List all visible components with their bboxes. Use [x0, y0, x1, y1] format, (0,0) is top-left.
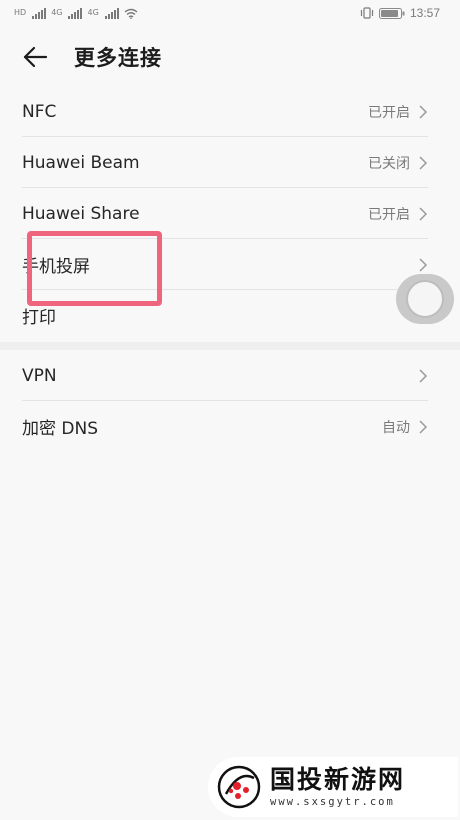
site-logo-icon — [217, 765, 261, 809]
title-bar: 更多连接 — [0, 30, 460, 84]
status-right: 13:57 — [360, 6, 440, 20]
setting-value: 已关闭 — [368, 155, 410, 172]
status-bar: HD 4G 4G 13:57 — [0, 0, 460, 26]
signal-icon — [32, 7, 47, 19]
setting-label: 打印 — [22, 308, 56, 328]
setting-row-vpn[interactable]: VPN — [0, 350, 460, 401]
setting-right: 自动 — [382, 417, 428, 437]
setting-right — [418, 257, 428, 272]
sim3-label: 4G — [87, 8, 99, 17]
chevron-right-icon — [419, 257, 428, 272]
setting-label: Huawei Share — [22, 203, 140, 224]
page-title: 更多连接 — [74, 46, 162, 70]
watermark-name: 国投新游网 — [270, 765, 406, 794]
chevron-right-icon — [419, 155, 428, 170]
setting-label: 手机投屏 — [22, 257, 90, 277]
setting-row-screen-projection[interactable]: 手机投屏 — [0, 239, 460, 290]
setting-row-encrypted-dns[interactable]: 加密 DNS 自动 — [0, 401, 460, 452]
setting-row-huawei-beam[interactable]: Huawei Beam 已关闭 — [0, 137, 460, 188]
connections-list: NFC 已开启 Huawei Beam 已关闭 Huawei Share 已开启… — [0, 86, 460, 341]
setting-row-nfc[interactable]: NFC 已开启 — [0, 86, 460, 137]
setting-value: 已开启 — [368, 206, 410, 223]
setting-label: VPN — [22, 365, 57, 386]
network-list: VPN 加密 DNS 自动 — [0, 350, 460, 452]
setting-right — [418, 368, 428, 383]
setting-label: Huawei Beam — [22, 152, 140, 173]
back-button[interactable] — [20, 42, 50, 72]
arrow-left-icon — [23, 46, 48, 68]
setting-right: 已开启 — [368, 204, 428, 224]
battery-icon — [378, 7, 405, 19]
section-divider — [0, 342, 460, 350]
signal-icon — [104, 7, 119, 19]
vibrate-icon — [360, 7, 374, 19]
sim1-label: HD — [14, 8, 27, 17]
setting-value: 自动 — [382, 419, 410, 436]
floating-ball-inner — [406, 280, 444, 318]
status-left: HD 4G 4G — [14, 7, 138, 19]
watermark: 国投新游网 www.sxsgytr.com — [208, 757, 458, 817]
chevron-right-icon — [419, 419, 428, 434]
wifi-icon — [124, 8, 138, 19]
watermark-text: 国投新游网 www.sxsgytr.com — [270, 765, 405, 809]
setting-label: NFC — [22, 101, 57, 122]
chevron-right-icon — [419, 206, 428, 221]
setting-row-print[interactable]: 打印 — [0, 290, 460, 341]
setting-value: 已开启 — [368, 104, 410, 121]
chevron-right-icon — [419, 104, 428, 119]
status-time: 13:57 — [409, 6, 440, 20]
chevron-right-icon — [419, 368, 428, 383]
sim2-label: 4G — [51, 8, 63, 17]
setting-right: 已开启 — [368, 102, 428, 122]
floating-assist-button[interactable] — [396, 274, 454, 324]
setting-row-huawei-share[interactable]: Huawei Share 已开启 — [0, 188, 460, 239]
signal-icon — [68, 7, 83, 19]
setting-label: 加密 DNS — [22, 419, 99, 439]
watermark-url: www.sxsgytr.com — [270, 796, 395, 808]
setting-right: 已关闭 — [368, 153, 428, 173]
